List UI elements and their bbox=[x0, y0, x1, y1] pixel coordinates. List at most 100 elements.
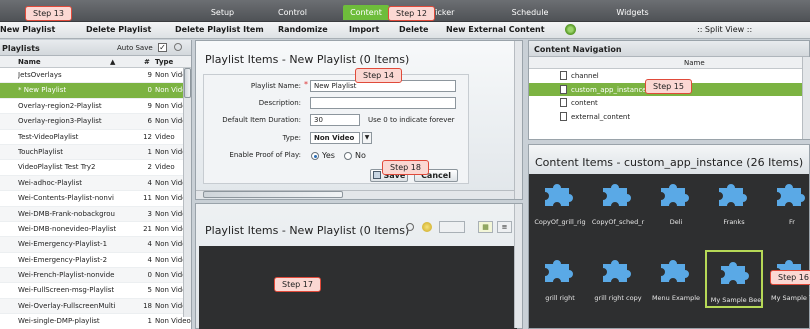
playlist-row[interactable]: Wei-FullScreen-msg-Playlist 5 Non Video bbox=[0, 283, 191, 299]
delete-playlist-button[interactable]: Delete Playlist bbox=[86, 25, 151, 34]
playlist-count: 0 bbox=[147, 271, 152, 280]
playlist-row[interactable]: Overlay-region3-Playlist 6 Non Video bbox=[0, 114, 191, 130]
playlist-items-drop-area[interactable] bbox=[199, 246, 517, 329]
playlist-name: Wei-Overlay-FullscreenMulti bbox=[18, 301, 116, 310]
playlist-row[interactable]: Test-VideoPlaylist 12 Video bbox=[0, 130, 191, 145]
tree-item-label: channel bbox=[571, 72, 599, 80]
gear-icon[interactable] bbox=[565, 24, 576, 35]
content-item-label: Franks bbox=[723, 218, 745, 226]
playlist-count: 3 bbox=[147, 209, 152, 218]
playlists-scrollbar[interactable] bbox=[183, 68, 191, 317]
description-input[interactable] bbox=[310, 97, 456, 109]
playlist-row[interactable]: Overlay-region2-Playlist 9 Non Video bbox=[0, 99, 191, 115]
column-type[interactable]: Type bbox=[155, 58, 173, 66]
playlist-name: JetsOverlays bbox=[18, 71, 62, 79]
playlist-name: TouchPlaylist bbox=[18, 147, 63, 156]
type-label: Type: bbox=[282, 134, 301, 142]
autosave-checkbox[interactable]: ✓ bbox=[158, 43, 167, 52]
view-dropdown[interactable] bbox=[439, 221, 465, 233]
content-item-label: CopyOf_grill_rig bbox=[534, 218, 586, 226]
horizontal-scrollbar[interactable] bbox=[196, 190, 514, 198]
playlist-row[interactable]: Wei-Contents-Playlist-nonvi 11 Non Video bbox=[0, 191, 191, 207]
grid-view-icon[interactable]: ▦ bbox=[478, 221, 493, 233]
step-17-callout: Step 17 bbox=[274, 277, 321, 292]
new-external-content-button[interactable]: New External Content bbox=[446, 25, 545, 34]
content-item-label: CopyOf_sched_r bbox=[591, 218, 645, 226]
playlist-count: 4 bbox=[147, 240, 152, 249]
search-icon[interactable] bbox=[174, 43, 182, 51]
playlist-row[interactable]: Wei-single-DMP-playlist 1 Non Video bbox=[0, 314, 191, 329]
playlist-count: 2 bbox=[147, 163, 152, 172]
playlists-title: Playlists bbox=[2, 44, 40, 53]
tree-item-content[interactable]: content bbox=[529, 96, 809, 110]
playlist-items-lower-panel: Playlist Items - New Playlist (0 Items) … bbox=[195, 203, 523, 329]
playlist-count: 18 bbox=[143, 301, 152, 310]
delete-playlist-item-button[interactable]: Delete Playlist Item bbox=[175, 25, 264, 34]
delete-button[interactable]: Delete bbox=[399, 25, 428, 34]
playlist-count: 4 bbox=[147, 255, 152, 264]
search-icon[interactable] bbox=[406, 223, 414, 231]
scrollbar-thumb[interactable] bbox=[203, 191, 343, 198]
playlist-row[interactable]: TouchPlaylist 1 Non Video bbox=[0, 144, 191, 161]
playlist-row[interactable]: Wei-Emergency-Playlist-2 4 Non Video bbox=[0, 253, 191, 269]
playlist-name: * New Playlist bbox=[18, 86, 67, 95]
content-item-label: My Sample Bee bbox=[710, 296, 762, 304]
chevron-down-icon[interactable]: ▼ bbox=[362, 132, 372, 144]
playlist-row[interactable]: Wei-adhoc-Playlist 4 Non Video bbox=[0, 175, 191, 192]
list-view-icon[interactable]: ≡ bbox=[497, 221, 512, 233]
tab-control[interactable]: Control bbox=[265, 5, 320, 20]
tab-content[interactable]: Content bbox=[343, 5, 389, 20]
content-item-tile[interactable]: grill right copy bbox=[589, 250, 647, 308]
playlist-row[interactable]: * New Playlist 0 Non Video bbox=[0, 83, 191, 99]
settings-icon[interactable] bbox=[422, 222, 432, 232]
content-navigation-scrollbar[interactable] bbox=[802, 57, 810, 139]
playlist-items-panel: Playlist Items - New Playlist (0 Items) … bbox=[195, 40, 523, 200]
content-item-tile[interactable]: Menu Example bbox=[647, 250, 705, 308]
playlist-row[interactable]: JetsOverlays 9 Non Video bbox=[0, 68, 191, 84]
proof-yes-radio[interactable] bbox=[311, 152, 319, 160]
sort-ascending-icon[interactable]: ▲ bbox=[110, 58, 115, 66]
type-select[interactable]: Non Video bbox=[310, 132, 360, 144]
playlist-name: Wei-Emergency-Playlist-2 bbox=[18, 255, 108, 264]
default-duration-input[interactable]: 30 bbox=[310, 114, 360, 126]
tree-item-external-content[interactable]: external_content bbox=[529, 110, 809, 124]
playlist-row[interactable]: Wei-Emergency-Playlist-1 4 Non Video bbox=[0, 237, 191, 253]
tab-schedule[interactable]: Schedule bbox=[500, 5, 560, 20]
tab-widgets[interactable]: Widgets bbox=[605, 5, 660, 20]
proof-no-radio[interactable] bbox=[344, 152, 352, 160]
playlist-row[interactable]: Wei-DMB-Frank-nobackgrou 3 Non Video bbox=[0, 206, 191, 222]
document-icon bbox=[560, 84, 567, 94]
playlist-row[interactable]: Wei-DMB-nonevideo-Playlist 21 Non Video bbox=[0, 222, 191, 238]
content-item-label: grill right copy bbox=[594, 294, 642, 302]
column-count[interactable]: # bbox=[144, 58, 150, 66]
tab-setup[interactable]: Setup bbox=[200, 5, 245, 20]
new-playlist-button[interactable]: New Playlist bbox=[0, 25, 55, 34]
column-name[interactable]: Name bbox=[684, 59, 705, 67]
playlist-row[interactable]: Wei-French-Playlist-nonvide 0 Non Video bbox=[0, 268, 191, 284]
step-16-callout: Step 16 bbox=[770, 270, 810, 285]
content-item-tile[interactable]: Deli bbox=[647, 174, 705, 232]
content-item-tile[interactable]: CopyOf_sched_r bbox=[589, 174, 647, 232]
playlist-row[interactable]: Wei-Overlay-FullscreenMulti 18 Non Video bbox=[0, 298, 191, 315]
import-button[interactable]: Import bbox=[349, 25, 379, 34]
playlist-row[interactable]: VideoPlaylist Test Try2 2 Video bbox=[0, 160, 191, 176]
tree-item-label: external_content bbox=[571, 112, 631, 121]
step-12-callout: Step 12 bbox=[388, 6, 435, 21]
content-item-tile[interactable]: CopyOf_grill_rig bbox=[531, 174, 589, 232]
split-view-toggle[interactable]: :: Split View :: bbox=[697, 25, 752, 34]
randomize-button[interactable]: Randomize bbox=[278, 25, 328, 34]
puzzle-piece-icon bbox=[715, 182, 751, 208]
puzzle-piece-icon bbox=[657, 182, 693, 208]
playlist-items-scrollbar[interactable] bbox=[514, 41, 522, 199]
lower-panel-scrollbar[interactable] bbox=[514, 204, 522, 328]
content-item-tile[interactable]: My Sample Bee bbox=[705, 250, 763, 308]
step-15-callout: Step 15 bbox=[645, 79, 692, 94]
scrollbar-thumb[interactable] bbox=[184, 68, 191, 98]
content-items-header: Content Items - custom_app_instance (26 … bbox=[529, 145, 809, 174]
playlist-name: Wei-DMB-Frank-nobackgrou bbox=[18, 209, 115, 218]
document-icon bbox=[560, 71, 567, 80]
column-name[interactable]: Name bbox=[18, 58, 41, 66]
content-item-tile[interactable]: grill right bbox=[531, 250, 589, 308]
content-item-tile[interactable]: Fr bbox=[763, 174, 810, 232]
content-item-tile[interactable]: Franks bbox=[705, 174, 763, 232]
